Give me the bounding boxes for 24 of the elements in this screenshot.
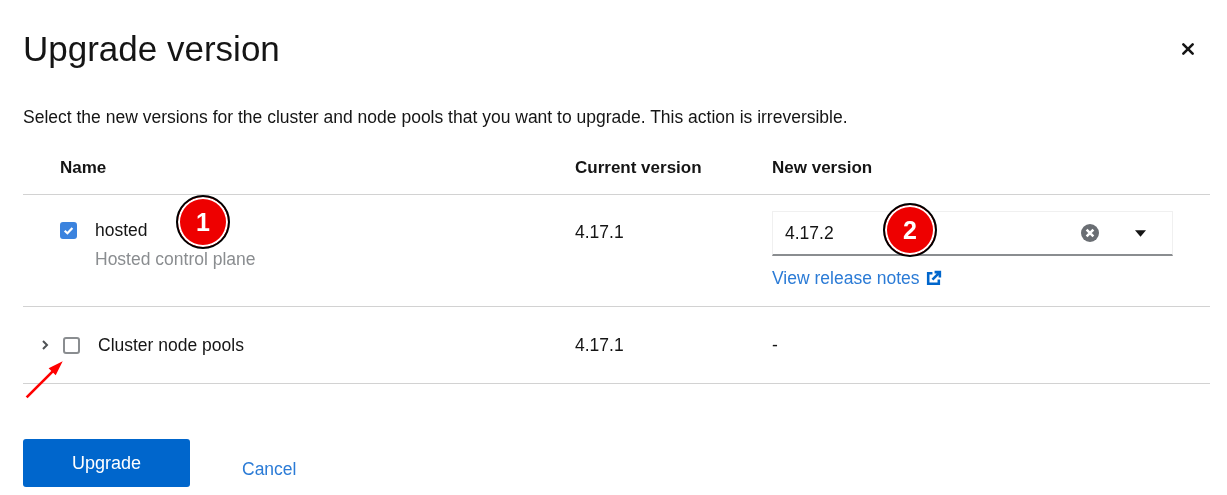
current-version: 4.17.1 [575,222,624,242]
release-notes-link[interactable]: View release notes [772,268,942,289]
current-version: 4.17.1 [575,334,624,355]
modal-title: Upgrade version [23,28,280,70]
column-header: Current version [575,158,703,178]
callout-badge: 1 [176,195,230,249]
row-description: Hosted control plane [95,249,256,270]
callout-badge: 2 [883,203,937,257]
close-icon[interactable] [1181,42,1195,56]
modal-description: Select the new versions for the cluster and node pools that you want to upgrade. This action is irreversible. [23,106,849,128]
clear-icon[interactable] [1081,224,1099,242]
row-checkbox[interactable] [63,336,80,354]
caret-icon[interactable] [1135,229,1146,237]
column-header: Name [59,158,108,178]
column-header: New version [772,158,874,178]
expand-toggle-icon[interactable] [41,339,49,351]
row-name: Cluster node pools [98,334,244,356]
upgrade-button[interactable]: Upgrade [23,439,190,487]
new-version: - [772,334,778,356]
external-link-icon [924,270,942,287]
row-checkbox[interactable] [60,222,77,239]
row-name: hosted [95,220,148,241]
cancel-button[interactable]: Cancel [238,445,301,493]
check-icon [62,224,75,237]
